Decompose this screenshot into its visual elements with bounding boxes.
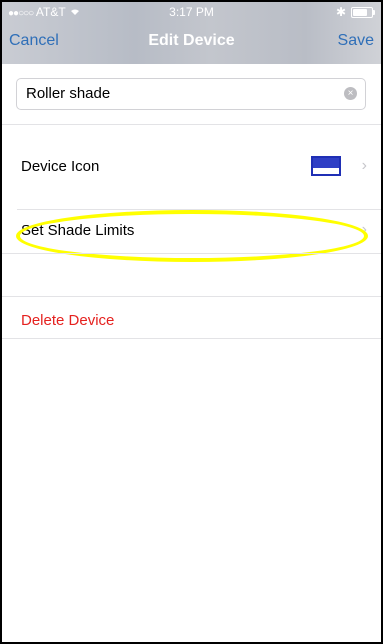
device-icon-row[interactable]: Device Icon › — [2, 148, 381, 188]
battery-level — [353, 8, 367, 16]
divider — [2, 253, 381, 254]
divider — [2, 338, 381, 339]
device-name-field[interactable]: Roller shade × — [16, 78, 366, 110]
content: Roller shade × Device Icon › Set Shade L… — [2, 64, 381, 642]
bluetooth-icon: ✱ — [335, 5, 346, 19]
page-title: Edit Device — [148, 32, 235, 49]
status-right: ✱ — [335, 5, 375, 19]
roller-shade-icon — [311, 156, 341, 176]
delete-device-button[interactable]: Delete Device — [21, 312, 114, 329]
device-name-value: Roller shade — [26, 85, 111, 102]
battery-icon — [351, 6, 375, 18]
divider — [2, 124, 381, 125]
highlight-ellipse — [16, 210, 368, 262]
navigation-bar: Cancel Edit Device Save — [2, 32, 381, 56]
status-bar: ●●○○○ AT&T 3:17 PM ✱ — [2, 5, 381, 21]
delete-device-row[interactable]: Delete Device — [2, 302, 381, 342]
status-time: 3:17 PM — [169, 5, 214, 19]
divider — [2, 296, 381, 297]
chevron-right-icon: › — [361, 157, 367, 174]
save-button[interactable]: Save — [338, 32, 374, 50]
device-icon-label: Device Icon — [21, 158, 100, 175]
top-bar: ●●○○○ AT&T 3:17 PM ✱ Cancel Edit Device … — [2, 2, 381, 64]
clear-text-icon[interactable]: × — [344, 87, 357, 100]
app-screen: ●●○○○ AT&T 3:17 PM ✱ Cancel Edit Device … — [0, 0, 383, 644]
